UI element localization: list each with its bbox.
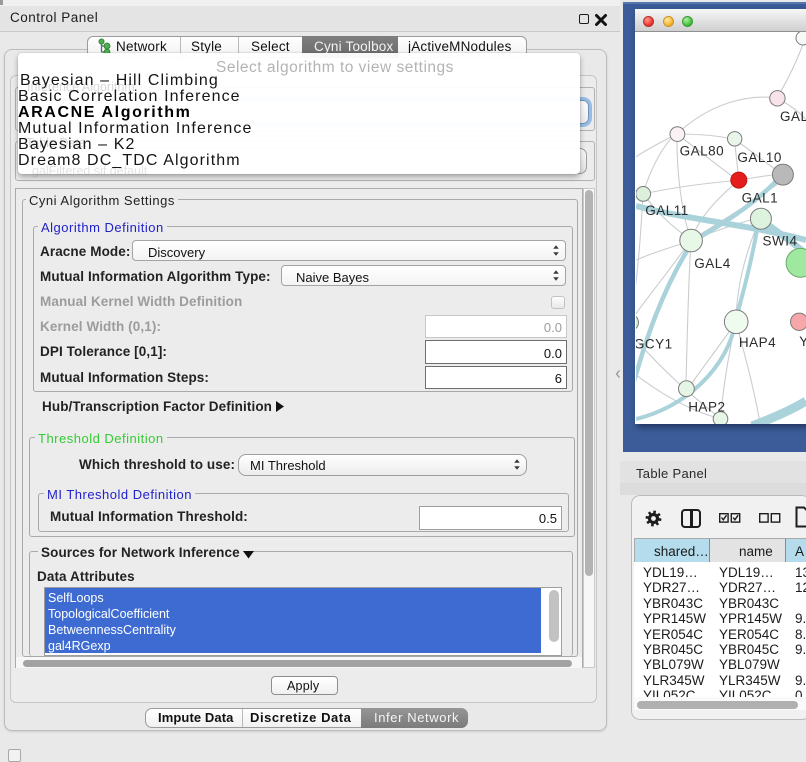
svg-text:HAP2: HAP2 [688, 400, 725, 415]
svg-text:GAL4: GAL4 [694, 256, 731, 271]
svg-text:Y: Y [799, 334, 806, 349]
svg-text:HAP4: HAP4 [739, 335, 776, 350]
svg-text:GCY1: GCY1 [636, 337, 673, 352]
svg-text:GAL80: GAL80 [680, 144, 725, 159]
svg-text:GAL10: GAL10 [737, 150, 782, 165]
svg-text:SWI4: SWI4 [763, 234, 798, 249]
svg-text:GAL1: GAL1 [742, 191, 779, 206]
svg-text:GAL11: GAL11 [645, 203, 689, 218]
svg-text:GAL2: GAL2 [780, 109, 806, 124]
